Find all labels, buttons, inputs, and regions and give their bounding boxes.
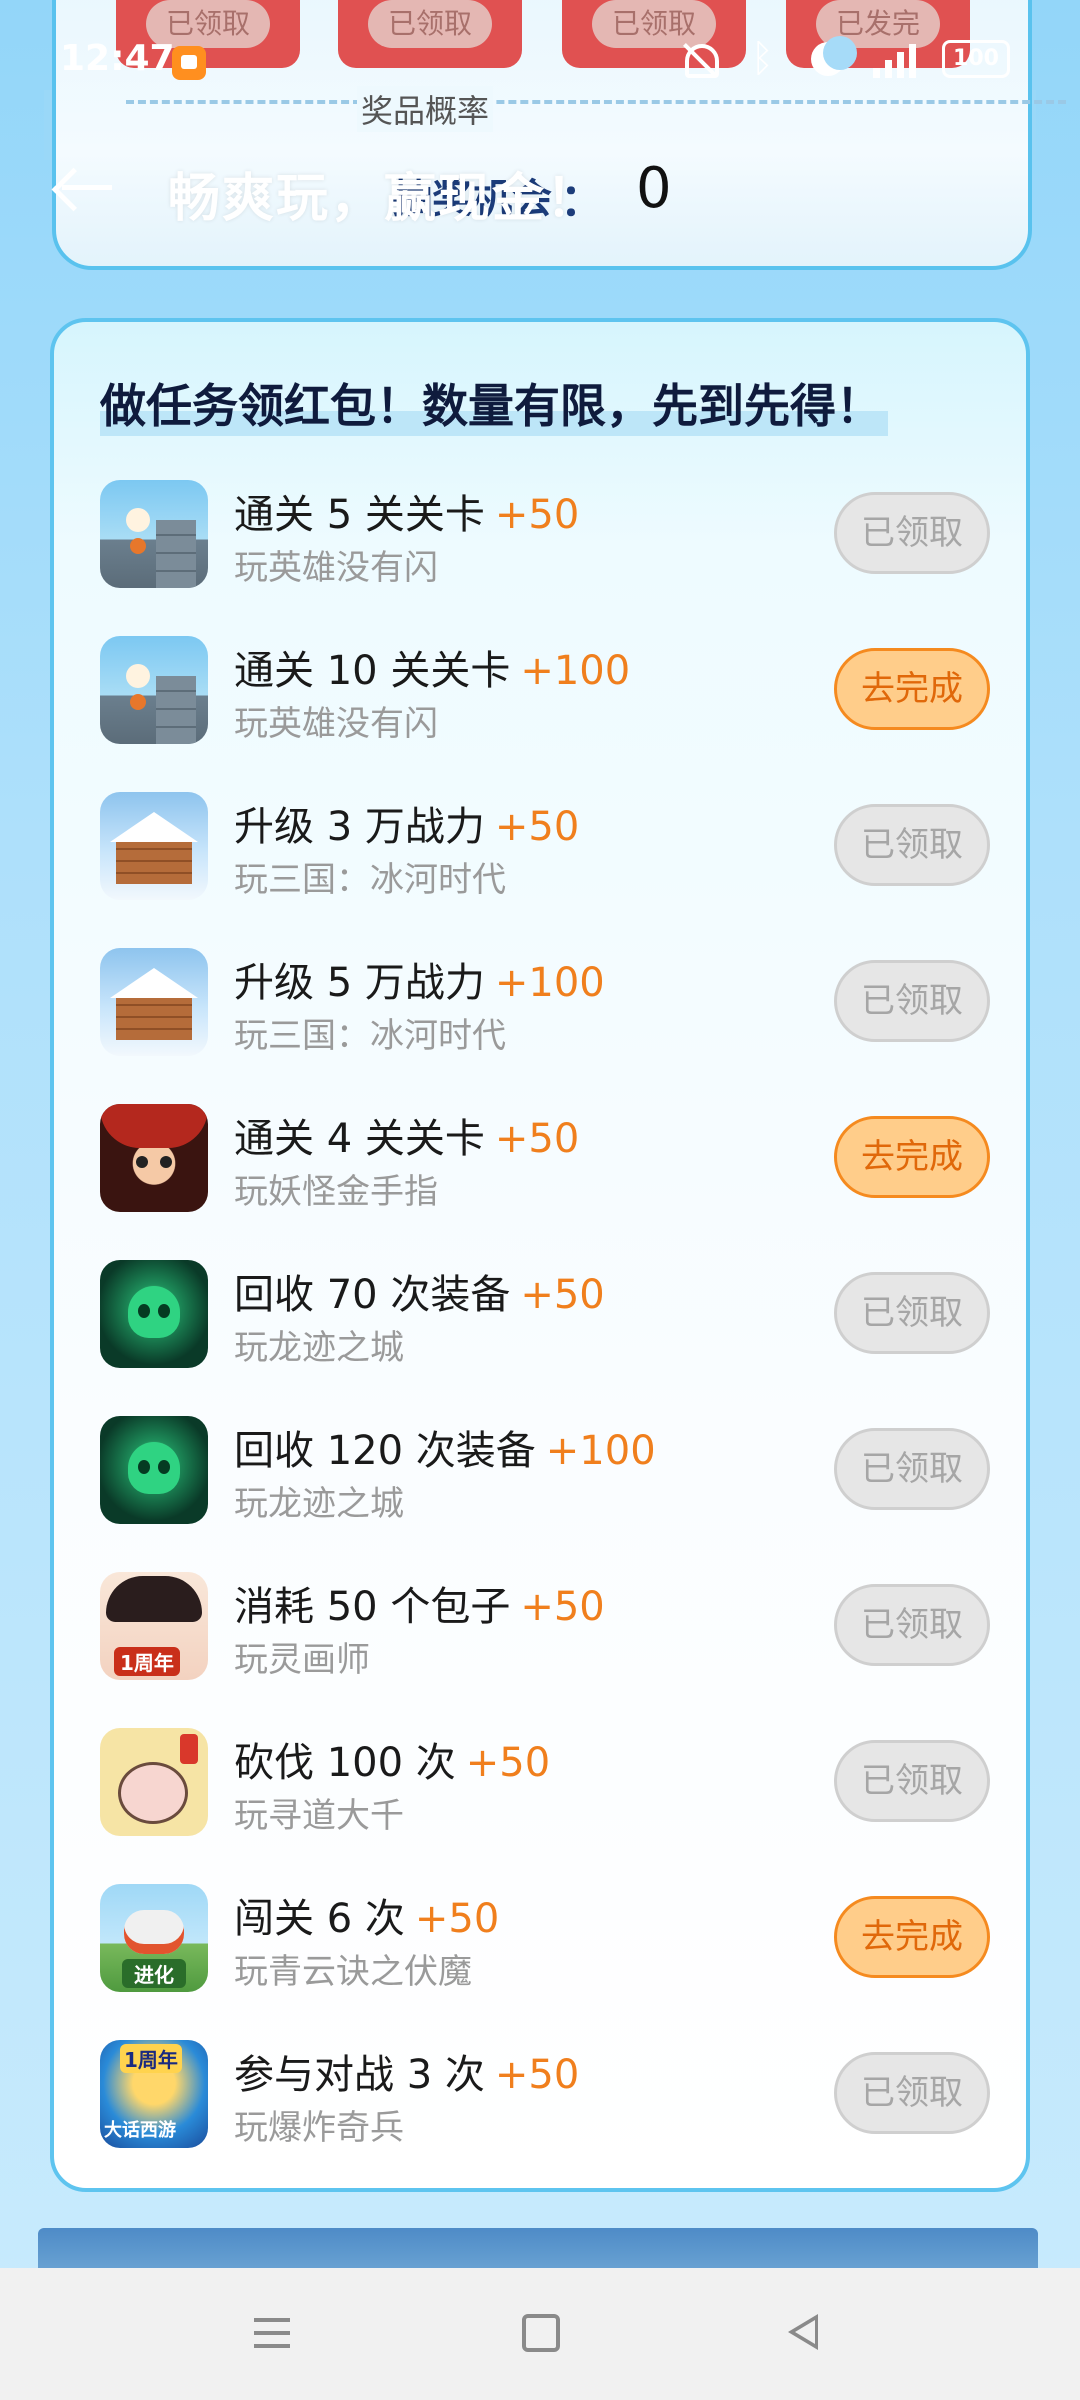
go-complete-button[interactable]: 去完成 <box>834 1896 990 1978</box>
claimed-button[interactable]: 已领取 <box>834 804 990 886</box>
task-row: 升级 3 万战力 +50 玩三国：冰河时代 已领取 <box>100 792 990 902</box>
task-game-name: 玩英雄没有闪 <box>234 704 438 744</box>
task-name: 闯关 6 次 +50 <box>234 1896 500 1942</box>
task-game-name: 玩三国：冰河时代 <box>234 1016 506 1056</box>
claimed-button[interactable]: 已领取 <box>834 1740 990 1822</box>
lottery-count: 0 <box>636 156 672 221</box>
task-name: 砍伐 100 次 +50 <box>234 1740 551 1786</box>
page-title: 畅爽玩，赢现金！ <box>168 169 601 229</box>
go-complete-button[interactable]: 去完成 <box>834 648 990 730</box>
task-reward: +50 <box>494 492 580 538</box>
task-row: 消耗 50 个包子+50 玩灵画师 已领取 <box>100 1572 990 1682</box>
mute-icon <box>681 40 719 78</box>
task-row: 升级 5 万战力 +100 玩三国：冰河时代 已领取 <box>100 948 990 1058</box>
task-name: 参与对战 3 次 +50 <box>234 2052 580 2098</box>
task-row: 通关 5 关关卡 +50 玩英雄没有闪 已领取 <box>100 480 990 590</box>
task-reward: +50 <box>414 1896 500 1942</box>
status-time: 12:47 <box>60 38 175 79</box>
task-reward: +50 <box>520 1584 605 1630</box>
task-name: 通关 10 关关卡 +100 <box>234 648 631 694</box>
task-name: 回收 70 次装备 +50 <box>234 1272 605 1318</box>
claimed-button[interactable]: 已领取 <box>834 960 990 1042</box>
task-reward: +100 <box>545 1428 656 1474</box>
claimed-button[interactable]: 已领取 <box>834 1272 990 1354</box>
do-not-disturb-icon <box>809 36 857 78</box>
task-name: 升级 3 万战力 +50 <box>234 804 580 850</box>
claimed-button[interactable]: 已领取 <box>834 1584 990 1666</box>
claimed-button[interactable]: 已领取 <box>834 492 990 574</box>
claimed-button[interactable]: 已领取 <box>834 1428 990 1510</box>
back-icon[interactable] <box>782 2310 832 2360</box>
task-game-name: 玩爆炸奇兵 <box>234 2108 404 2148</box>
yao-girl-icon[interactable] <box>100 1104 208 1212</box>
task-name: 消耗 50 个包子 +50 <box>234 1584 605 1630</box>
task-name: 通关 5 关关卡 +50 <box>234 492 580 538</box>
task-game-name: 玩龙迹之城 <box>234 1484 404 1524</box>
task-row: 砍伐 100 次 +50 玩寻道大千 已领取 <box>100 1728 990 1838</box>
green-skull-icon[interactable] <box>100 1260 208 1368</box>
task-name: 回收 120 次装备 +100 <box>234 1428 656 1474</box>
task-game-name: 玩三国：冰河时代 <box>234 860 506 900</box>
task-game-name: 玩青云诀之伏魔 <box>234 1952 472 1992</box>
task-reward: +100 <box>494 960 605 1006</box>
signal-icon <box>873 40 916 78</box>
task-reward: +50 <box>465 1740 551 1786</box>
task-row: 通关 10 关关卡 +100 玩英雄没有闪 去完成 <box>100 636 990 746</box>
task-game-name: 玩灵画师 <box>234 1640 370 1680</box>
task-row: 闯关 6 次+50 玩青云诀之伏魔 去完成 <box>100 1884 990 1994</box>
battery-icon: 100 <box>942 40 1010 78</box>
task-reward: +50 <box>494 1116 580 1162</box>
task-game-name: 玩英雄没有闪 <box>234 548 438 588</box>
back-arrow-icon[interactable] <box>54 162 114 212</box>
status-bar: 12:47 100 <box>0 0 1080 120</box>
task-reward: +50 <box>494 2052 580 2098</box>
bottom-banner[interactable] <box>38 2228 1038 2272</box>
bluetooth-icon <box>745 36 783 80</box>
home-icon[interactable] <box>516 2310 566 2360</box>
snow-cabin-icon[interactable] <box>100 948 208 1056</box>
snow-cabin-icon[interactable] <box>100 792 208 900</box>
hero-game-icon[interactable] <box>100 480 208 588</box>
navigation-bar <box>0 2268 1080 2400</box>
task-row: 参与对战 3 次+50 玩爆炸奇兵 已领取 <box>100 2040 990 2150</box>
task-game-name: 玩龙迹之城 <box>234 1328 404 1368</box>
task-name: 升级 5 万战力 +100 <box>234 960 605 1006</box>
claimed-button[interactable]: 已领取 <box>834 2052 990 2134</box>
app-notification-icon <box>172 46 206 80</box>
painter-girl-icon[interactable] <box>100 1572 208 1680</box>
task-reward: +50 <box>494 804 580 850</box>
hero-game-icon[interactable] <box>100 636 208 744</box>
task-reward: +100 <box>520 648 631 694</box>
status-icons: 100 <box>681 36 1010 80</box>
task-game-name: 玩寻道大千 <box>234 1796 404 1836</box>
task-row: 回收 120 次装备 +100 玩龙迹之城 已领取 <box>100 1416 990 1526</box>
task-name: 通关 4 关关卡 +50 <box>234 1116 580 1162</box>
qingyun-icon[interactable] <box>100 1884 208 1992</box>
task-card: 做任务领红包！数量有限，先到先得！ 通关 5 关关卡 +50 玩英雄没有闪 已领取 通关… <box>50 318 1030 2192</box>
pig-icon[interactable] <box>100 1728 208 1836</box>
task-row: 回收 70 次装备 +50 玩龙迹之城 已领取 <box>100 1260 990 1370</box>
task-card-title: 做任务领红包！数量有限，先到先得！ <box>100 370 888 436</box>
go-complete-button[interactable]: 去完成 <box>834 1116 990 1198</box>
menu-icon[interactable] <box>250 2310 300 2360</box>
task-row: 通关 4 关关卡 +50 玩妖怪金手指 去完成 <box>100 1104 990 1214</box>
task-game-name: 玩妖怪金手指 <box>234 1172 438 1212</box>
boom-soldier-icon[interactable] <box>100 2040 208 2148</box>
task-reward: +50 <box>520 1272 605 1318</box>
green-skull-icon[interactable] <box>100 1416 208 1524</box>
